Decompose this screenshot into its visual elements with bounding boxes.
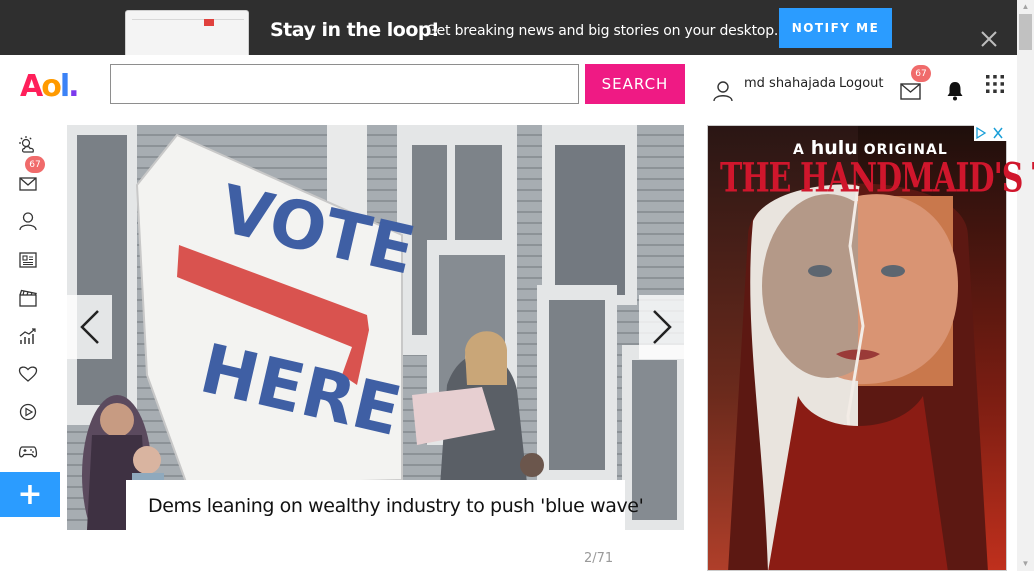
ad-title: THE HANDMAID'S TALE (720, 155, 1034, 203)
profile-icon[interactable] (18, 211, 38, 231)
user-icon[interactable] (712, 80, 734, 102)
chevron-left-icon (79, 310, 99, 344)
logout-link[interactable]: Logout (839, 76, 884, 91)
username-link[interactable]: md shahajada (744, 76, 836, 91)
bell-icon[interactable] (946, 81, 964, 101)
search-input[interactable] (110, 64, 579, 104)
scroll-down-arrow-icon[interactable]: ▼ (1017, 559, 1034, 569)
mail-count-badge: 67 (911, 65, 931, 82)
slide-caption[interactable]: Dems leaning on wealthy industry to push… (148, 495, 644, 517)
close-icon[interactable] (979, 29, 999, 49)
search-button[interactable]: SEARCH (585, 64, 685, 104)
add-shortcut-button[interactable]: + (0, 472, 60, 517)
hero-slide-image[interactable]: VOTE HERE (67, 125, 684, 530)
chevron-right-icon (652, 310, 672, 344)
browser-mockup-image (125, 10, 249, 55)
slide-counter: 2/71 (584, 551, 614, 566)
news-icon[interactable] (18, 250, 38, 270)
aol-homepage: Stay in the loop! Get breaking news and … (0, 0, 1034, 571)
notification-banner: Stay in the loop! Get breaking news and … (0, 0, 1034, 55)
notify-me-button[interactable]: NOTIFY ME (779, 8, 892, 48)
games-icon[interactable] (18, 441, 38, 461)
previous-slide-button[interactable] (67, 295, 112, 359)
banner-subtitle: Get breaking news and big stories on you… (426, 23, 779, 39)
rail-mail-count-badge: 67 (25, 156, 45, 173)
banner-title: Stay in the loop! (270, 19, 440, 41)
finance-icon[interactable] (18, 326, 38, 346)
scrollbar[interactable]: ▲ ▼ (1017, 0, 1034, 571)
mail-icon[interactable] (900, 83, 921, 100)
vote-sign-photo: VOTE HERE (67, 125, 684, 530)
mail-icon[interactable] (18, 174, 38, 194)
aol-logo[interactable]: Aol. (20, 69, 80, 104)
video-icon[interactable] (18, 402, 38, 422)
weather-icon[interactable] (18, 135, 38, 155)
scroll-thumb[interactable] (1019, 14, 1032, 50)
scroll-up-arrow-icon[interactable]: ▲ (1017, 2, 1034, 12)
apps-grid-icon[interactable] (985, 74, 1005, 94)
adchoices-icon[interactable] (974, 125, 1007, 141)
movies-icon[interactable] (18, 288, 38, 308)
next-slide-button[interactable] (639, 295, 684, 359)
health-icon[interactable] (18, 364, 38, 384)
